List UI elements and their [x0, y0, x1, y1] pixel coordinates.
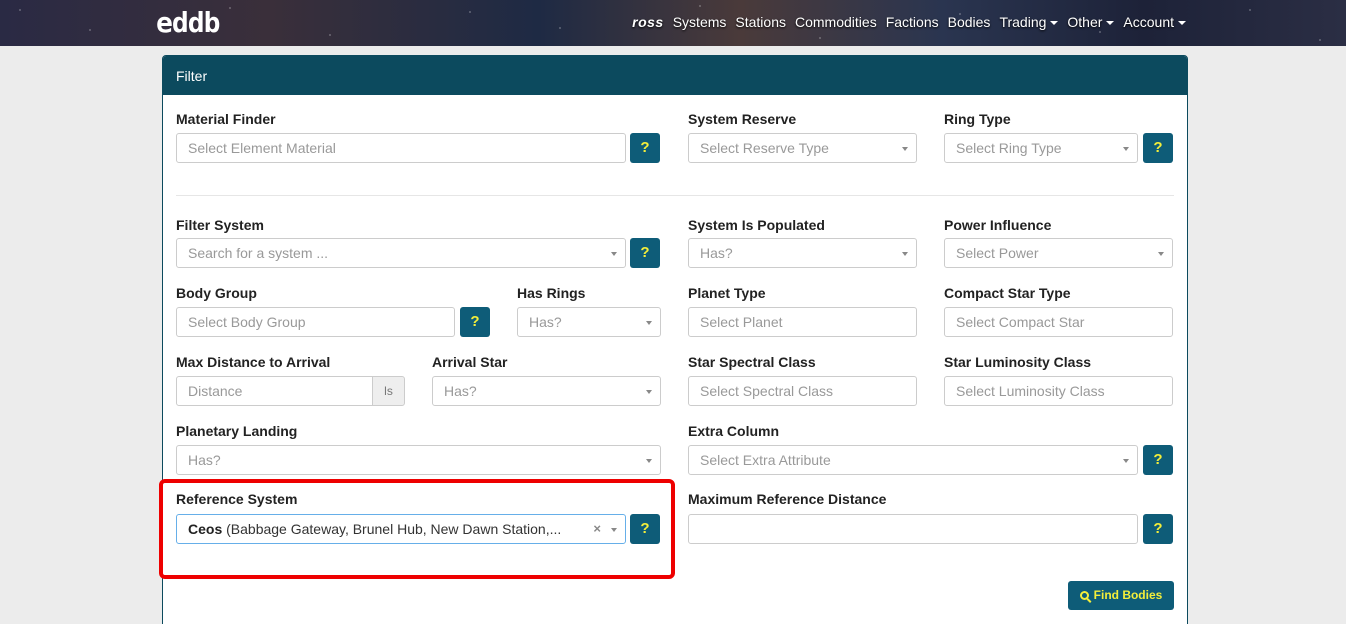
body-group-help-button[interactable]: ?	[460, 307, 490, 337]
has-rings-placeholder: Has?	[529, 314, 562, 330]
reference-system-select[interactable]: Ceos (Babbage Gateway, Brunel Hub, New D…	[176, 514, 626, 544]
ring-type-help-button[interactable]: ?	[1143, 133, 1173, 163]
material-finder-label: Material Finder	[176, 111, 276, 127]
body-group-input[interactable]: Select Body Group	[176, 307, 455, 337]
caret-down-icon	[1106, 21, 1115, 26]
star-luminosity-input[interactable]: Select Luminosity Class	[944, 376, 1173, 406]
planet-type-label: Planet Type	[688, 285, 766, 301]
system-reserve-label: System Reserve	[688, 111, 797, 127]
nav-account-dropdown[interactable]: Account	[1123, 14, 1186, 30]
star-spectral-input[interactable]: Select Spectral Class	[688, 376, 917, 406]
caret-down-icon	[1178, 21, 1186, 26]
find-bodies-label: Find Bodies	[1093, 588, 1163, 602]
nav-ross[interactable]: ross	[632, 14, 664, 30]
body-group-label: Body Group	[176, 285, 257, 301]
material-finder-input[interactable]: Select Element Material	[176, 133, 626, 163]
reference-system-help-button[interactable]: ?	[630, 514, 660, 544]
filter-system-placeholder: Search for a system ...	[188, 245, 329, 261]
search-icon	[1079, 591, 1089, 600]
compact-star-type-input[interactable]: Select Compact Star	[944, 307, 1173, 337]
panel-title: Filter	[163, 56, 1187, 95]
arrival-star-label: Arrival Star	[432, 354, 508, 370]
ring-type-select[interactable]: Select Ring Type	[944, 133, 1138, 163]
filter-panel: Filter Material Finder Select Element Ma…	[162, 55, 1188, 624]
power-influence-placeholder: Select Power	[956, 245, 1039, 261]
reference-system-detail: (Babbage Gateway, Brunel Hub, New Dawn S…	[222, 521, 562, 537]
arrival-star-placeholder: Has?	[444, 383, 477, 399]
planet-type-input[interactable]: Select Planet	[688, 307, 917, 337]
ring-type-label: Ring Type	[944, 111, 1011, 127]
nav-account-label: Account	[1123, 14, 1174, 30]
nav-systems[interactable]: Systems	[673, 14, 727, 30]
nav-trading-label: Trading	[999, 14, 1047, 30]
eddb-logo[interactable]: eddb	[156, 8, 220, 38]
has-rings-select[interactable]: Has?	[517, 307, 661, 337]
filter-system-label: Filter System	[176, 217, 264, 233]
star-luminosity-label: Star Luminosity Class	[944, 354, 1092, 370]
system-populated-select[interactable]: Has?	[688, 238, 917, 268]
material-finder-help-button[interactable]: ?	[630, 133, 660, 163]
nav-other-dropdown[interactable]: Other	[1067, 14, 1115, 30]
system-populated-label: System Is Populated	[688, 217, 825, 233]
extra-column-placeholder: Select Extra Attribute	[700, 452, 831, 468]
max-ref-distance-input[interactable]	[688, 514, 1138, 544]
system-populated-placeholder: Has?	[700, 245, 733, 261]
power-influence-select[interactable]: Select Power	[944, 238, 1173, 268]
filter-system-select[interactable]: Search for a system ...	[176, 238, 626, 268]
main-nav: ross Systems Stations Commodities Factio…	[623, 14, 1186, 30]
nav-trading-dropdown[interactable]: Trading	[999, 14, 1059, 30]
reference-system-name: Ceos	[188, 521, 223, 537]
extra-column-label: Extra Column	[688, 423, 780, 439]
compact-star-type-label: Compact Star Type	[944, 285, 1071, 301]
reference-system-value: Ceos (Babbage Gateway, Brunel Hub, New D…	[188, 521, 561, 537]
clear-icon[interactable]: ×	[593, 521, 601, 536]
system-reserve-select[interactable]: Select Reserve Type	[688, 133, 917, 163]
nav-bodies[interactable]: Bodies	[948, 14, 991, 30]
nav-other-label: Other	[1067, 14, 1103, 30]
nav-commodities[interactable]: Commodities	[795, 14, 877, 30]
arrival-star-select[interactable]: Has?	[432, 376, 661, 406]
power-influence-label: Power Influence	[944, 217, 1052, 233]
extra-column-select[interactable]: Select Extra Attribute	[688, 445, 1138, 475]
nav-stations[interactable]: Stations	[735, 14, 786, 30]
planetary-landing-label: Planetary Landing	[176, 423, 298, 439]
max-distance-label: Max Distance to Arrival	[176, 354, 331, 370]
top-navbar: eddb ross Systems Stations Commodities F…	[0, 0, 1346, 46]
caret-down-icon	[1050, 21, 1059, 26]
divider	[176, 195, 1174, 196]
max-ref-distance-label: Maximum Reference Distance	[688, 491, 887, 507]
extra-column-help-button[interactable]: ?	[1143, 445, 1173, 475]
has-rings-label: Has Rings	[517, 285, 586, 301]
ring-type-placeholder: Select Ring Type	[956, 140, 1062, 156]
star-spectral-label: Star Spectral Class	[688, 354, 816, 370]
system-reserve-placeholder: Select Reserve Type	[700, 140, 829, 156]
max-ref-distance-help-button[interactable]: ?	[1143, 514, 1173, 544]
reference-system-label: Reference System	[176, 491, 298, 507]
max-distance-input[interactable]: Distance	[176, 376, 373, 406]
nav-factions[interactable]: Factions	[886, 14, 939, 30]
filter-system-help-button[interactable]: ?	[630, 238, 660, 268]
planetary-landing-select[interactable]: Has?	[176, 445, 661, 475]
distance-unit-addon: ls	[372, 376, 405, 406]
find-bodies-button[interactable]: Find Bodies	[1068, 581, 1174, 610]
planetary-landing-placeholder: Has?	[188, 452, 221, 468]
